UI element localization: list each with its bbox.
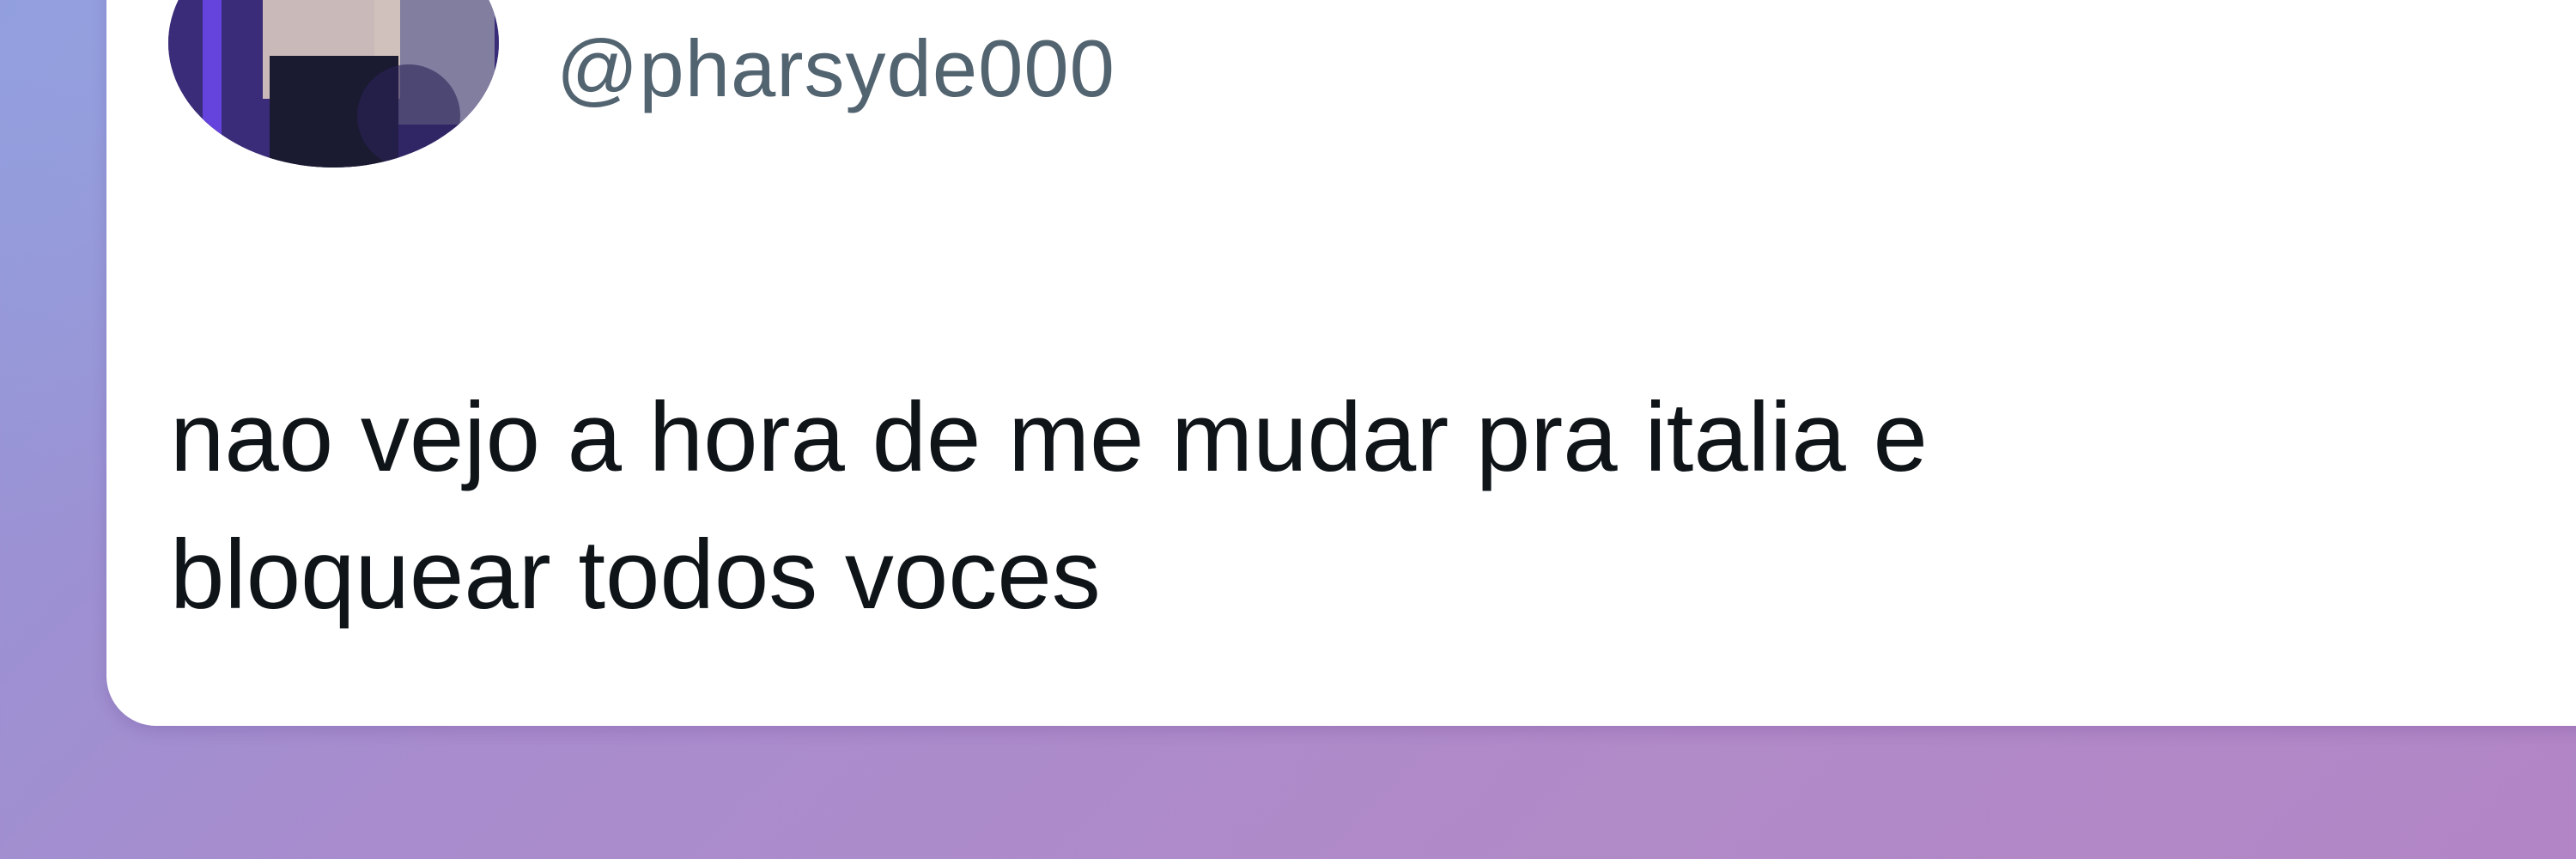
tweet-text-line-2: bloquear todos voces [170, 521, 1101, 630]
tweet-text: nao vejo a hora de me mudar pra italia e… [170, 369, 2488, 644]
tweet-author-handle[interactable]: @pharsyde000 [556, 17, 1115, 120]
tweet-text-line-1: nao vejo a hora de me mudar pra italia e [170, 383, 1928, 492]
